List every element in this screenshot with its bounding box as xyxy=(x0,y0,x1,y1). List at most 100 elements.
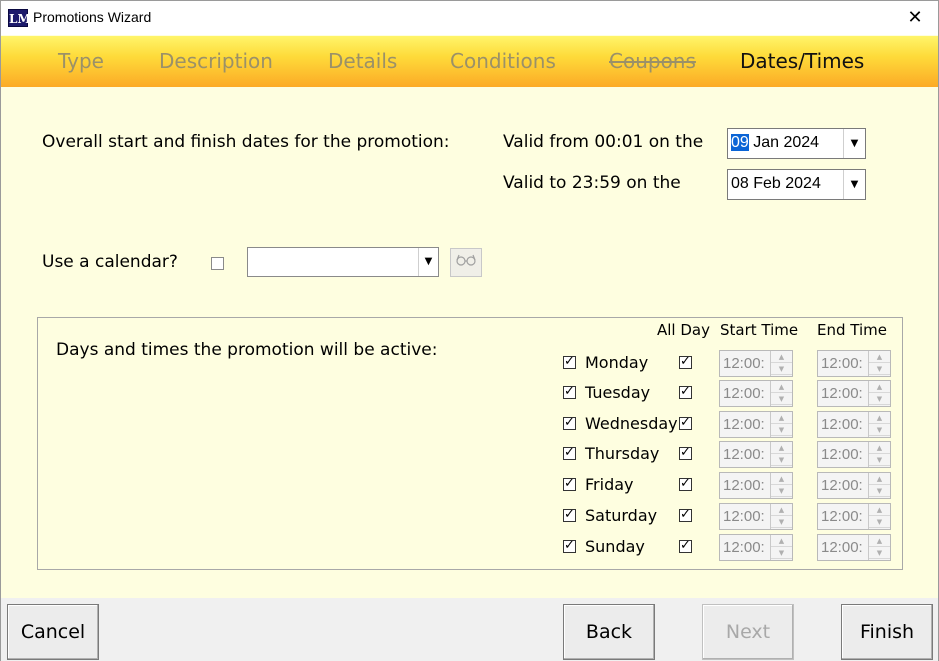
day-label: Friday xyxy=(585,475,634,494)
day-active-checkbox[interactable]: ✓ xyxy=(563,416,576,430)
start-time-value: 12:00: xyxy=(723,539,765,556)
start-time-value: 12:00: xyxy=(723,446,765,463)
tab-dates-times[interactable]: Dates/Times xyxy=(740,49,864,73)
end-time-value: 12:00: xyxy=(821,446,863,463)
time-spinner: ▲ ▼ xyxy=(770,381,792,406)
start-time-value: 12:00: xyxy=(723,508,765,525)
start-time-field: 12:00: ▲ ▼ xyxy=(719,380,793,407)
end-time-field: 12:00: ▲ ▼ xyxy=(817,503,891,530)
calendar-lookup-button[interactable] xyxy=(450,248,482,277)
valid-to-date-picker[interactable]: 08 Feb 2024 ▼ xyxy=(727,169,866,200)
day-row-tuesday: ✓ Tuesday ✓ 12:00: ▲ ▼ 12:00: ▲ ▼ xyxy=(1,380,939,408)
start-time-field: 12:00: ▲ ▼ xyxy=(719,472,793,499)
day-row-thursday: ✓ Thursday ✓ 12:00: ▲ ▼ 12:00: ▲ ▼ xyxy=(1,441,939,469)
chevron-down-icon[interactable]: ▼ xyxy=(418,248,438,276)
chevron-down-icon[interactable]: ▼ xyxy=(843,170,865,199)
next-button: Next xyxy=(702,604,794,660)
day-active-checkbox[interactable]: ✓ xyxy=(563,508,576,522)
start-time-field: 12:00: ▲ ▼ xyxy=(719,411,793,438)
time-spinner: ▲ ▼ xyxy=(770,351,792,376)
end-time-value: 12:00: xyxy=(821,539,863,556)
day-active-checkbox[interactable]: ✓ xyxy=(563,539,576,553)
end-time-field: 12:00: ▲ ▼ xyxy=(817,534,891,561)
calendar-select[interactable]: ▼ xyxy=(247,247,439,277)
use-calendar-label: Use a calendar? xyxy=(42,252,178,272)
day-active-checkbox[interactable]: ✓ xyxy=(563,477,576,491)
tab-conditions[interactable]: Conditions xyxy=(450,49,556,73)
day-active-checkbox[interactable]: ✓ xyxy=(563,355,576,369)
end-time-header: End Time xyxy=(817,321,887,339)
time-spinner: ▲ ▼ xyxy=(770,412,792,437)
all-day-checkbox[interactable]: ✓ xyxy=(679,508,692,522)
button-bar xyxy=(1,598,938,661)
time-spinner: ▲ ▼ xyxy=(770,473,792,498)
glasses-icon xyxy=(456,254,476,266)
day-row-saturday: ✓ Saturday ✓ 12:00: ▲ ▼ 12:00: ▲ ▼ xyxy=(1,503,939,531)
start-time-value: 12:00: xyxy=(723,416,765,433)
finish-button[interactable]: Finish xyxy=(841,604,933,660)
day-label: Sunday xyxy=(585,537,645,556)
tab-type[interactable]: Type xyxy=(58,49,104,73)
day-label: Saturday xyxy=(585,506,658,525)
start-time-value: 12:00: xyxy=(723,477,765,494)
overall-dates-label: Overall start and finish dates for the p… xyxy=(42,132,450,152)
wizard-window: LM Promotions Wizard ✕ Type Description … xyxy=(0,0,939,661)
chevron-down-icon[interactable]: ▼ xyxy=(843,129,865,158)
end-time-field: 12:00: ▲ ▼ xyxy=(817,380,891,407)
end-time-value: 12:00: xyxy=(821,385,863,402)
start-time-header: Start Time xyxy=(720,321,799,339)
end-time-value: 12:00: xyxy=(821,355,863,372)
time-spinner: ▲ ▼ xyxy=(868,381,890,406)
cancel-button[interactable]: Cancel xyxy=(7,604,99,660)
tab-coupons: Coupons xyxy=(609,49,696,73)
end-time-field: 12:00: ▲ ▼ xyxy=(817,411,891,438)
day-row-monday: ✓ Monday ✓ 12:00: ▲ ▼ 12:00: ▲ ▼ xyxy=(1,350,939,378)
end-time-value: 12:00: xyxy=(821,416,863,433)
time-spinner: ▲ ▼ xyxy=(868,412,890,437)
title-bar: LM Promotions Wizard ✕ xyxy=(1,1,938,35)
all-day-checkbox[interactable]: ✓ xyxy=(679,416,692,430)
start-time-value: 12:00: xyxy=(723,385,765,402)
valid-to-date-value[interactable]: 08 Feb 2024 xyxy=(731,175,821,193)
start-time-field: 12:00: ▲ ▼ xyxy=(719,441,793,468)
all-day-header: All Day xyxy=(657,321,710,339)
day-row-friday: ✓ Friday ✓ 12:00: ▲ ▼ 12:00: ▲ ▼ xyxy=(1,472,939,500)
day-active-checkbox[interactable]: ✓ xyxy=(563,385,576,399)
end-time-field: 12:00: ▲ ▼ xyxy=(817,472,891,499)
use-calendar-checkbox[interactable] xyxy=(211,257,224,270)
close-icon[interactable]: ✕ xyxy=(892,1,938,35)
back-button[interactable]: Back xyxy=(563,604,655,660)
day-label: Wednesday xyxy=(585,414,678,433)
start-time-field: 12:00: ▲ ▼ xyxy=(719,534,793,561)
day-row-sunday: ✓ Sunday ✓ 12:00: ▲ ▼ 12:00: ▲ ▼ xyxy=(1,534,939,562)
valid-from-month-year: Jan 2024 xyxy=(748,134,820,151)
day-label: Tuesday xyxy=(585,383,651,402)
day-label: Monday xyxy=(585,353,649,372)
valid-from-date-value[interactable]: 09 Jan 2024 xyxy=(731,134,819,152)
app-logo-icon: LM xyxy=(8,9,31,27)
time-spinner: ▲ ▼ xyxy=(868,442,890,467)
end-time-field: 12:00: ▲ ▼ xyxy=(817,441,891,468)
time-spinner: ▲ ▼ xyxy=(868,504,890,529)
end-time-field: 12:00: ▲ ▼ xyxy=(817,350,891,377)
valid-from-day-selection: 09 xyxy=(731,134,749,151)
day-active-checkbox[interactable]: ✓ xyxy=(563,446,576,460)
time-spinner: ▲ ▼ xyxy=(868,351,890,376)
start-time-value: 12:00: xyxy=(723,355,765,372)
time-spinner: ▲ ▼ xyxy=(770,442,792,467)
tab-details[interactable]: Details xyxy=(328,49,397,73)
all-day-checkbox[interactable]: ✓ xyxy=(679,385,692,399)
valid-from-date-picker[interactable]: 09 Jan 2024 ▼ xyxy=(727,128,866,159)
time-spinner: ▲ ▼ xyxy=(868,535,890,560)
all-day-checkbox[interactable]: ✓ xyxy=(679,477,692,491)
window-title: Promotions Wizard xyxy=(33,9,152,25)
all-day-checkbox[interactable]: ✓ xyxy=(679,355,692,369)
time-spinner: ▲ ▼ xyxy=(868,473,890,498)
all-day-checkbox[interactable]: ✓ xyxy=(679,539,692,553)
tab-description[interactable]: Description xyxy=(159,49,273,73)
all-day-checkbox[interactable]: ✓ xyxy=(679,446,692,460)
start-time-field: 12:00: ▲ ▼ xyxy=(719,503,793,530)
day-label: Thursday xyxy=(585,444,660,463)
wizard-tab-strip: Type Description Details Conditions Coup… xyxy=(1,36,938,87)
end-time-value: 12:00: xyxy=(821,508,863,525)
